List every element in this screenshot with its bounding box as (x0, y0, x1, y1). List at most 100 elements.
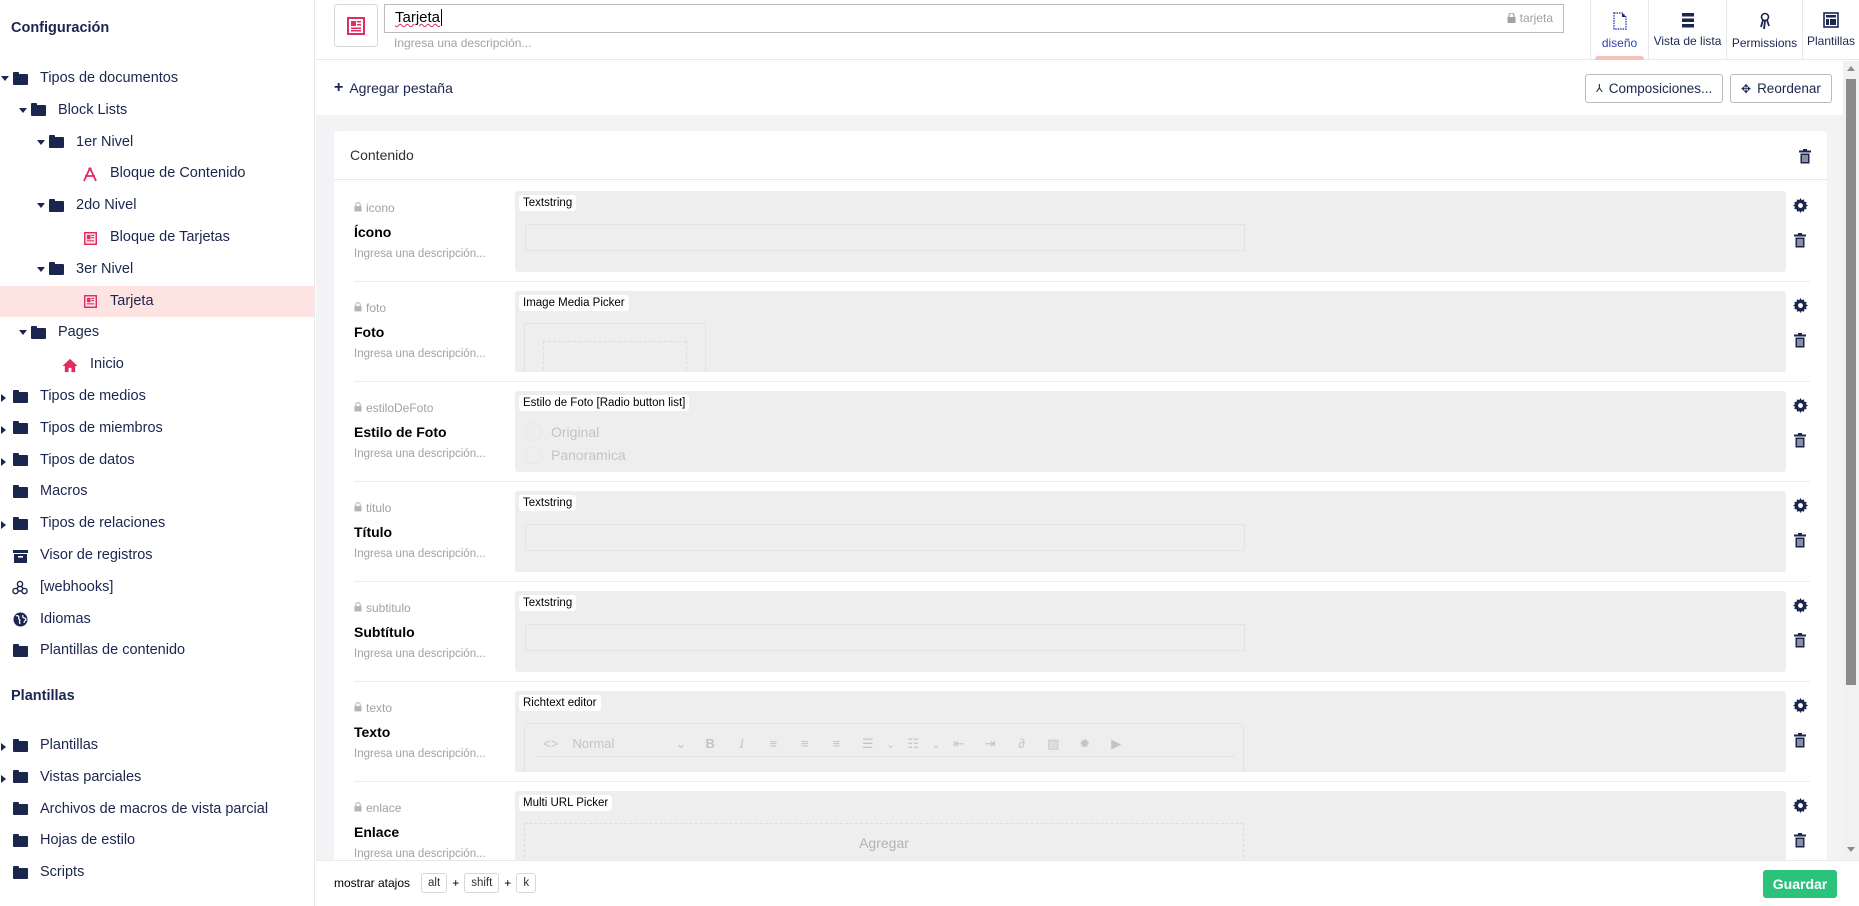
property-alias[interactable]: icono (354, 201, 395, 215)
add-tab-button[interactable]: + Agregar pestaña (334, 79, 453, 97)
save-button[interactable]: Guardar (1763, 870, 1837, 898)
property-name[interactable]: Texto (354, 724, 390, 740)
caret-down-icon[interactable] (19, 330, 27, 336)
property-description[interactable]: Ingresa una descripción... (354, 748, 486, 760)
group-title[interactable]: Contenido (350, 147, 414, 163)
property-name[interactable]: Ícono (354, 224, 391, 240)
delete-property-button[interactable] (1792, 833, 1808, 851)
sidebar-item[interactable]: Bloque de Contenido (0, 158, 314, 189)
sidebar-item[interactable]: Tipos de documentos (0, 63, 314, 94)
sidebar-item[interactable]: 2do Nivel (0, 190, 314, 221)
delete-property-button[interactable] (1792, 233, 1808, 251)
sidebar-item[interactable]: Idiomas (0, 604, 314, 635)
main-scrollbar[interactable] (1843, 61, 1859, 861)
property-editor-preview[interactable]: Estilo de Foto [Radio button list] Origin… (515, 391, 1786, 472)
tab-list-view[interactable]: Vista de lista (1648, 0, 1726, 60)
property-description[interactable]: Ingresa una descripción... (354, 448, 486, 460)
delete-property-button[interactable] (1792, 733, 1808, 751)
property-alias[interactable]: foto (354, 301, 386, 315)
property-row[interactable]: subtitulo Subtítulo Ingresa una descripc… (354, 591, 1810, 701)
compositions-button[interactable]: ⅄ Composiciones... (1585, 74, 1724, 103)
property-settings-button[interactable] (1792, 698, 1808, 716)
delete-property-button[interactable] (1792, 333, 1808, 351)
property-editor-preview[interactable]: Textstring (515, 491, 1786, 572)
property-description[interactable]: Ingresa una descripción... (354, 648, 486, 660)
sidebar-item[interactable]: Scripts (0, 857, 314, 888)
sidebar-item[interactable]: Tipos de miembros (0, 413, 314, 444)
property-editor-preview[interactable]: Textstring (515, 191, 1786, 272)
sidebar-item[interactable]: Inicio (0, 349, 314, 380)
scroll-down-arrow[interactable] (1847, 847, 1855, 852)
reorder-button[interactable]: ✥ Reordenar (1730, 74, 1832, 103)
scroll-thumb[interactable] (1846, 79, 1856, 685)
document-type-icon-picker[interactable] (334, 4, 378, 47)
caret-right-icon[interactable] (1, 743, 6, 751)
property-editor-preview[interactable]: Multi URL Picker Agregar (515, 791, 1786, 860)
property-settings-button[interactable] (1792, 498, 1808, 516)
shortcuts-hint[interactable]: mostrar atajos alt + shift + k (334, 873, 537, 893)
caret-right-icon[interactable] (1, 394, 6, 402)
property-name[interactable]: Subtítulo (354, 624, 415, 640)
property-alias[interactable]: enlace (354, 801, 401, 815)
property-editor-preview[interactable]: Richtext editor <> Normal ⌄ B I ≡ ≡ ≡ ☰ ⌄ ☷ ⌄ ⇤ ⇥ ∂ ▨ ✹ ▶ (515, 691, 1786, 772)
property-row[interactable]: estiloDeFoto Estilo de Foto Ingresa una … (354, 391, 1810, 501)
sidebar-item[interactable]: Tipos de relaciones (0, 508, 314, 539)
description-input[interactable]: Ingresa una descripción... (394, 36, 531, 50)
property-name[interactable]: Enlace (354, 824, 399, 840)
scroll-up-arrow[interactable] (1847, 66, 1855, 71)
sidebar-item[interactable]: Tarjeta (0, 285, 314, 317)
property-settings-button[interactable] (1792, 798, 1808, 816)
property-settings-button[interactable] (1792, 198, 1808, 216)
property-name[interactable]: Estilo de Foto (354, 424, 447, 440)
property-name[interactable]: Título (354, 524, 392, 540)
caret-down-icon[interactable] (37, 139, 45, 145)
property-settings-button[interactable] (1792, 298, 1808, 316)
delete-property-button[interactable] (1792, 533, 1808, 551)
sidebar-item[interactable]: Block Lists (0, 95, 314, 126)
sidebar-item[interactable]: [webhooks] (0, 572, 314, 603)
caret-right-icon[interactable] (1, 425, 6, 434)
caret-down-icon[interactable] (37, 266, 45, 272)
delete-property-button[interactable] (1792, 633, 1808, 651)
caret-right-icon[interactable] (1, 774, 6, 783)
sidebar-item[interactable]: Tipos de medios (0, 381, 314, 412)
caret-right-icon[interactable] (1, 521, 6, 530)
delete-group-button[interactable] (1797, 147, 1813, 165)
tab-design[interactable]: diseño (1590, 0, 1648, 60)
tab-templates[interactable]: Plantillas (1802, 0, 1859, 60)
caret-down-icon[interactable] (1, 76, 9, 81)
property-settings-button[interactable] (1792, 398, 1808, 416)
sidebar-item[interactable]: 3er Nivel (0, 254, 314, 285)
property-alias[interactable]: subtitulo (354, 601, 411, 615)
property-alias[interactable]: estiloDeFoto (354, 401, 433, 415)
sidebar-item[interactable]: Plantillas (0, 730, 314, 761)
caret-down-icon[interactable] (19, 107, 27, 113)
sidebar-item[interactable]: Archivos de macros de vista parcial (0, 794, 314, 825)
property-row[interactable]: titulo Título Ingresa una descripción...… (354, 491, 1810, 601)
property-editor-preview[interactable]: Image Media Picker (515, 291, 1786, 372)
property-settings-button[interactable] (1792, 598, 1808, 616)
sidebar-item[interactable]: Vistas parciales (0, 762, 314, 793)
sidebar-item[interactable]: Pages (0, 317, 314, 348)
property-description[interactable]: Ingresa una descripción... (354, 348, 486, 360)
property-row[interactable]: foto Foto Ingresa una descripción... Ima… (354, 291, 1810, 401)
property-alias[interactable]: titulo (354, 501, 391, 515)
sidebar-item[interactable]: Tipos de datos (0, 445, 314, 476)
caret-right-icon[interactable] (1, 457, 6, 466)
document-type-name-input[interactable]: Tarjeta tarjeta (384, 4, 1564, 33)
sidebar-item[interactable]: 1er Nivel (0, 127, 314, 158)
sidebar-item[interactable]: Bloque de Tarjetas (0, 222, 314, 253)
sidebar-item[interactable]: Macros (0, 476, 314, 507)
property-name[interactable]: Foto (354, 324, 384, 340)
sidebar-item[interactable]: Plantillas de contenido (0, 635, 314, 666)
property-description[interactable]: Ingresa una descripción... (354, 248, 486, 260)
tab-permissions[interactable]: Permissions (1726, 0, 1802, 60)
delete-property-button[interactable] (1792, 433, 1808, 451)
sidebar-item[interactable]: Visor de registros (0, 540, 314, 571)
alias-field[interactable]: tarjeta (1507, 11, 1553, 25)
property-row[interactable]: enlace Enlace Ingresa una descripción...… (354, 791, 1810, 860)
property-row[interactable]: texto Texto Ingresa una descripción... R… (354, 691, 1810, 801)
property-description[interactable]: Ingresa una descripción... (354, 548, 486, 560)
property-editor-preview[interactable]: Textstring (515, 591, 1786, 672)
caret-down-icon[interactable] (37, 203, 45, 209)
